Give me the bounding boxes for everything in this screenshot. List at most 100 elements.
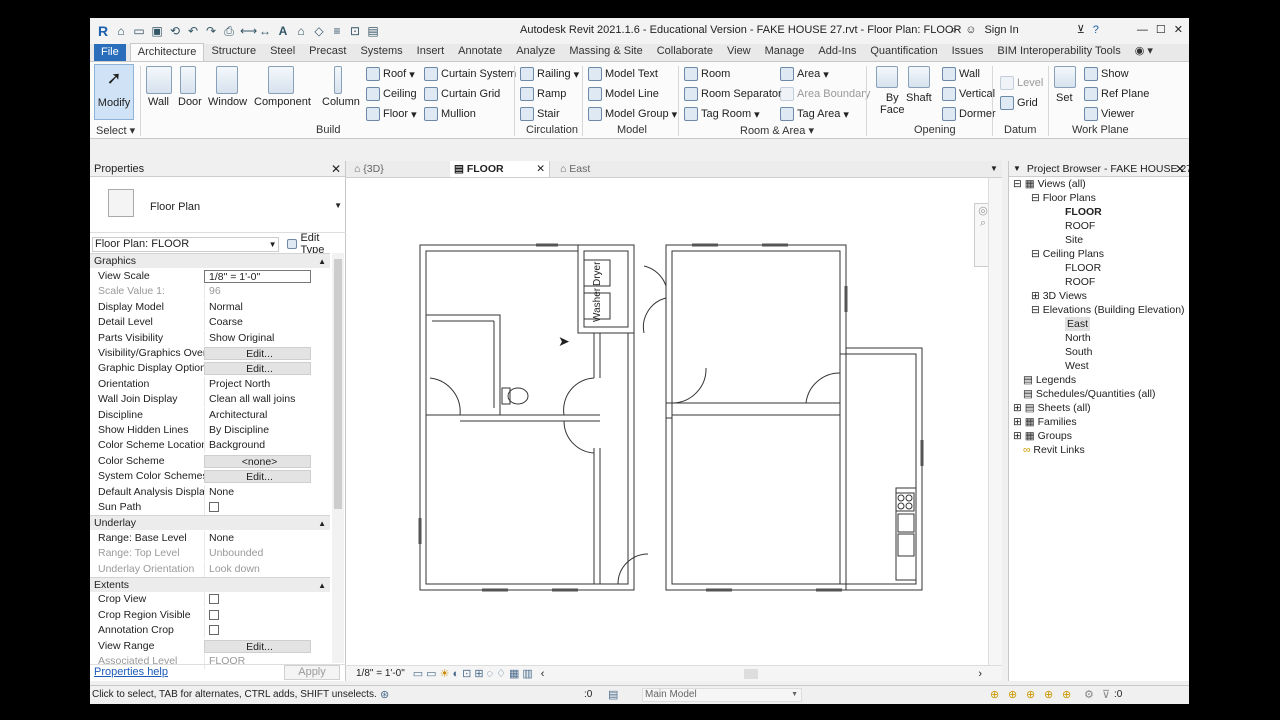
- temp-hide-icon[interactable]: ◌: [487, 668, 494, 680]
- prop-checkbox[interactable]: [209, 594, 219, 605]
- drag-elements-icon[interactable]: ⊕: [1062, 688, 1071, 701]
- tree-schedules[interactable]: ▤ Schedules/Quantities (all): [1023, 387, 1156, 401]
- mullion-button[interactable]: Mullion: [424, 107, 476, 121]
- view-vertical-scrollbar[interactable]: [988, 178, 1002, 665]
- reveal-hidden-icon[interactable]: ♢: [496, 667, 506, 680]
- crop-view-icon[interactable]: ⊡: [462, 667, 471, 680]
- visual-style-icon[interactable]: ▭: [426, 667, 436, 680]
- stair-button[interactable]: Stair: [520, 107, 560, 121]
- tree-el-south[interactable]: South: [1065, 345, 1092, 359]
- tab-precast[interactable]: Precast: [302, 43, 353, 61]
- tree-families[interactable]: ⊞ ▦ Families: [1013, 415, 1077, 429]
- tree-el-east[interactable]: East: [1065, 317, 1091, 331]
- close-properties-icon[interactable]: ✕: [331, 162, 341, 176]
- tree-views-all[interactable]: ⊟ ▦ Views (all): [1013, 177, 1086, 191]
- dormer-button[interactable]: Dormer: [942, 107, 996, 121]
- prop-value[interactable]: Show Original: [204, 330, 321, 346]
- curtain-system-button[interactable]: Curtain System: [424, 67, 516, 81]
- show-crop-icon[interactable]: ⊞: [474, 667, 483, 680]
- properties-scrollbar[interactable]: [332, 253, 344, 663]
- opening-wall-button[interactable]: Wall: [942, 67, 980, 81]
- panel-room-area[interactable]: Room & Area ▾: [740, 124, 814, 137]
- home-icon[interactable]: ⌂: [114, 24, 128, 38]
- close-window-icon[interactable]: ✕: [1174, 22, 1183, 38]
- cart-icon[interactable]: ⊻: [1077, 22, 1085, 38]
- prop-value[interactable]: None: [204, 530, 321, 546]
- prop-checkbox[interactable]: [209, 625, 219, 636]
- browser-menu-icon[interactable]: ▼: [1013, 164, 1021, 173]
- tab-issues[interactable]: Issues: [945, 43, 991, 61]
- tab-architecture[interactable]: Architecture: [129, 43, 205, 61]
- shaft-button[interactable]: Shaft: [904, 66, 936, 118]
- select-underlay-icon[interactable]: ⊕: [1008, 688, 1017, 701]
- measure-icon[interactable]: ⟷: [240, 24, 257, 38]
- close-browser-icon[interactable]: ✕: [1175, 162, 1185, 176]
- save-icon[interactable]: ▣: [150, 24, 164, 38]
- tab-insert[interactable]: Insert: [410, 43, 452, 61]
- filter-icon[interactable]: ⊽: [1102, 688, 1110, 701]
- ramp-button[interactable]: Ramp: [520, 87, 566, 101]
- drawing-view[interactable]: ⌂ {3D} ▤ FLOOR ✕ ⌂ East ▼ Dryer Washer ➤…: [346, 161, 1002, 681]
- scroll-right-icon[interactable]: ›: [978, 668, 982, 680]
- properties-help-link[interactable]: Properties help: [94, 666, 168, 678]
- modify-button[interactable]: ➚ Modify: [94, 64, 134, 120]
- prop-checkbox[interactable]: [209, 609, 219, 620]
- sync-icon[interactable]: ⟲: [168, 24, 182, 38]
- model-line-button[interactable]: Model Line: [588, 87, 659, 101]
- group-extents[interactable]: Extents ▲: [90, 577, 330, 592]
- model-selector[interactable]: Main Model ▼: [642, 688, 802, 702]
- area-button[interactable]: Area ▾: [780, 67, 829, 81]
- tree-fp-site[interactable]: Site: [1065, 233, 1083, 247]
- select-by-face-icon[interactable]: ⊕: [1044, 688, 1053, 701]
- prop-value[interactable]: None: [204, 484, 321, 500]
- switch-windows-icon[interactable]: ▤: [366, 24, 380, 38]
- apply-button[interactable]: Apply: [284, 665, 340, 680]
- prop-value[interactable]: Edit...: [204, 362, 311, 376]
- redo-icon[interactable]: ↷: [204, 24, 218, 38]
- tree-fp-roof[interactable]: ROOF: [1065, 219, 1095, 233]
- level-button[interactable]: Level: [1000, 76, 1043, 90]
- tab-collaborate[interactable]: Collaborate: [650, 43, 720, 61]
- sun-path-icon[interactable]: ☀: [440, 667, 450, 680]
- tree-sheets[interactable]: ⊞ ▤ Sheets (all): [1013, 401, 1091, 415]
- view-tab-floor[interactable]: ▤ FLOOR ✕: [450, 161, 550, 177]
- grid-button[interactable]: Grid: [1000, 96, 1038, 110]
- thin-lines-icon[interactable]: ≡: [330, 24, 344, 38]
- tree-cp-floor[interactable]: FLOOR: [1065, 261, 1101, 275]
- tab-structure[interactable]: Structure: [204, 43, 263, 61]
- prop-value[interactable]: Normal: [204, 299, 321, 315]
- close-hidden-icon[interactable]: ⊡: [348, 24, 362, 38]
- worksets-icon[interactable]: ⊛: [380, 688, 389, 701]
- select-pinned-icon[interactable]: ⊕: [1026, 688, 1035, 701]
- view-tab-east[interactable]: ⌂ East: [556, 161, 646, 177]
- prop-value[interactable]: Background: [204, 438, 321, 454]
- type-selector[interactable]: Floor Plan ▼: [90, 177, 346, 233]
- tab-analyze[interactable]: Analyze: [509, 43, 562, 61]
- prop-value[interactable]: By Discipline: [204, 423, 321, 438]
- tree-el-west[interactable]: West: [1065, 359, 1089, 373]
- area-boundary-button[interactable]: Area Boundary: [780, 87, 870, 101]
- tree-elevations[interactable]: ⊟ Elevations (Building Elevation): [1031, 303, 1185, 317]
- close-tab-icon[interactable]: ✕: [536, 161, 545, 177]
- background-process-icon[interactable]: ⚙: [1084, 688, 1094, 701]
- vertical-button[interactable]: Vertical: [942, 87, 995, 101]
- tag-area-button[interactable]: Tag Area ▾: [780, 107, 849, 121]
- design-options-icon[interactable]: ▤: [608, 688, 618, 701]
- minimize-icon[interactable]: —: [1137, 22, 1148, 38]
- sign-in-link[interactable]: Sign In: [984, 22, 1018, 38]
- tab-add-ins[interactable]: Add-Ins: [811, 43, 863, 61]
- prop-value[interactable]: 96: [204, 284, 321, 300]
- tree-fp-floor[interactable]: FLOOR: [1065, 205, 1102, 219]
- component-button[interactable]: Component: [254, 66, 311, 118]
- binoculars-icon[interactable]: ⌕: [951, 22, 957, 38]
- door-button[interactable]: Door: [176, 66, 206, 118]
- print-icon[interactable]: ⎙: [222, 24, 236, 38]
- panel-select[interactable]: Select ▾: [96, 124, 135, 137]
- section-icon[interactable]: ◇: [312, 24, 326, 38]
- tree-revit-links[interactable]: ∞ Revit Links: [1023, 443, 1085, 457]
- floor-button[interactable]: Floor ▾: [366, 107, 417, 121]
- instance-selector[interactable]: Floor Plan: FLOOR ▼: [92, 236, 280, 252]
- tree-floor-plans[interactable]: ⊟ Floor Plans: [1031, 191, 1096, 205]
- prop-value[interactable]: Architectural: [204, 407, 321, 423]
- view-horizontal-scrollbar[interactable]: [554, 668, 968, 679]
